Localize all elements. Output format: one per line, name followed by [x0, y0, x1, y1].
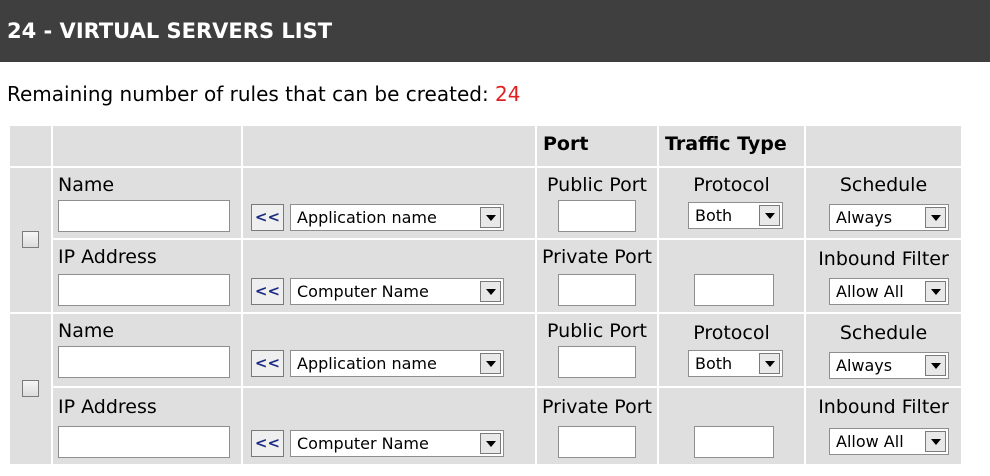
header-traffic-cell: Traffic Type [659, 126, 804, 166]
app-name-copy-button[interactable]: << [251, 350, 284, 377]
virtual-servers-panel: 24 - VIRTUAL SERVERS LIST Remaining numb… [0, 0, 990, 476]
chevron-down-icon [759, 205, 780, 226]
header-name-cell [53, 126, 241, 166]
chevron-down-icon [925, 355, 946, 376]
chevron-down-icon [480, 207, 501, 228]
computer-name-select-value: Computer Name [297, 434, 429, 453]
application-name-select[interactable]: Application name [290, 204, 504, 231]
rule-app-cell: << Application name [243, 314, 535, 386]
inbound-filter-label: Inbound Filter [818, 396, 949, 418]
rule-schedule-cell: Schedule Always [806, 314, 961, 386]
rule-inbound-cell: Inbound Filter Allow All [806, 240, 961, 312]
header-schedule-cell [806, 126, 961, 166]
chevron-down-icon [480, 433, 501, 454]
private-port-label: Private Port [542, 396, 652, 418]
rule-ip-cell: IP Address [53, 240, 241, 312]
protocol-label: Protocol [693, 174, 770, 196]
computer-name-copy-button[interactable]: << [251, 278, 284, 305]
schedule-select[interactable]: Always [829, 352, 949, 379]
port-header: Port [543, 133, 589, 155]
ip-address-label: IP Address [58, 246, 157, 268]
rule-name-cell: Name [53, 168, 241, 238]
computer-name-select-value: Computer Name [297, 282, 429, 301]
protocol-label: Protocol [693, 322, 770, 344]
name-label: Name [58, 174, 115, 196]
schedule-label: Schedule [839, 322, 928, 344]
rule-private-port-cell: Private Port [537, 388, 657, 464]
rule-enable-checkbox[interactable] [22, 231, 39, 248]
chevron-down-icon [925, 431, 946, 452]
rule-protocol-number-cell [659, 240, 804, 312]
ip-address-label: IP Address [58, 396, 157, 418]
remaining-label: Remaining number of rules that can be cr… [7, 82, 489, 106]
public-port-input[interactable] [558, 200, 636, 232]
rule-schedule-cell: Schedule Always [806, 168, 961, 238]
rule-public-port-cell: Public Port [537, 314, 657, 386]
computer-name-copy-button[interactable]: << [251, 430, 284, 457]
private-port-input[interactable] [558, 426, 636, 458]
inbound-filter-select[interactable]: Allow All [829, 428, 949, 455]
chevron-down-icon [480, 353, 501, 374]
traffic-type-header: Traffic Type [665, 133, 787, 155]
public-port-input[interactable] [558, 346, 636, 378]
protocol-select-value: Both [695, 206, 733, 225]
inbound-filter-label: Inbound Filter [818, 248, 949, 270]
ip-address-input[interactable] [58, 274, 230, 306]
schedule-select[interactable]: Always [829, 204, 949, 231]
inbound-filter-select[interactable]: Allow All [829, 278, 949, 305]
rule-enable-checkbox[interactable] [22, 380, 39, 397]
rule-protocol-cell: Protocol Both [659, 314, 804, 386]
header-checkbox-cell [10, 126, 51, 166]
rule-protocol-cell: Protocol Both [659, 168, 804, 238]
public-port-label: Public Port [547, 320, 647, 342]
rule-private-port-cell: Private Port [537, 240, 657, 312]
app-name-copy-button[interactable]: << [251, 204, 284, 231]
name-label: Name [58, 320, 115, 342]
ip-address-input[interactable] [58, 426, 230, 458]
rule-computer-cell: << Computer Name [243, 240, 535, 312]
rule-public-port-cell: Public Port [537, 168, 657, 238]
schedule-select-value: Always [836, 208, 893, 227]
inbound-filter-select-value: Allow All [836, 282, 904, 301]
computer-name-select[interactable]: Computer Name [290, 430, 504, 457]
private-port-input[interactable] [558, 274, 636, 306]
chevron-down-icon [925, 281, 946, 302]
protocol-number-input[interactable] [694, 274, 774, 306]
header-port-cell: Port [537, 126, 657, 166]
computer-name-select[interactable]: Computer Name [290, 278, 504, 305]
public-port-label: Public Port [547, 174, 647, 196]
application-name-select-value: Application name [297, 354, 437, 373]
chevron-down-icon [925, 207, 946, 228]
application-name-select-value: Application name [297, 208, 437, 227]
protocol-select[interactable]: Both [688, 350, 783, 377]
inbound-filter-select-value: Allow All [836, 432, 904, 451]
remaining-count: 24 [495, 82, 521, 106]
protocol-select-value: Both [695, 354, 733, 373]
header-app-cell [243, 126, 535, 166]
rule-inbound-cell: Inbound Filter Allow All [806, 388, 961, 464]
rule-ip-cell: IP Address [53, 388, 241, 464]
name-input[interactable] [58, 200, 230, 232]
schedule-label: Schedule [839, 174, 928, 196]
name-input[interactable] [58, 346, 230, 378]
rule-name-cell: Name [53, 314, 241, 386]
application-name-select[interactable]: Application name [290, 350, 504, 377]
protocol-number-input[interactable] [694, 426, 774, 458]
section-title: 24 - VIRTUAL SERVERS LIST [0, 0, 990, 62]
rule-checkbox-cell [10, 314, 51, 464]
rule-computer-cell: << Computer Name [243, 388, 535, 464]
rule-checkbox-cell [10, 168, 51, 312]
chevron-down-icon [480, 281, 501, 302]
remaining-rules-text: Remaining number of rules that can be cr… [7, 82, 521, 106]
rule-app-cell: << Application name [243, 168, 535, 238]
rule-protocol-number-cell [659, 388, 804, 464]
schedule-select-value: Always [836, 356, 893, 375]
protocol-select[interactable]: Both [688, 202, 783, 229]
private-port-label: Private Port [542, 246, 652, 268]
chevron-down-icon [759, 353, 780, 374]
